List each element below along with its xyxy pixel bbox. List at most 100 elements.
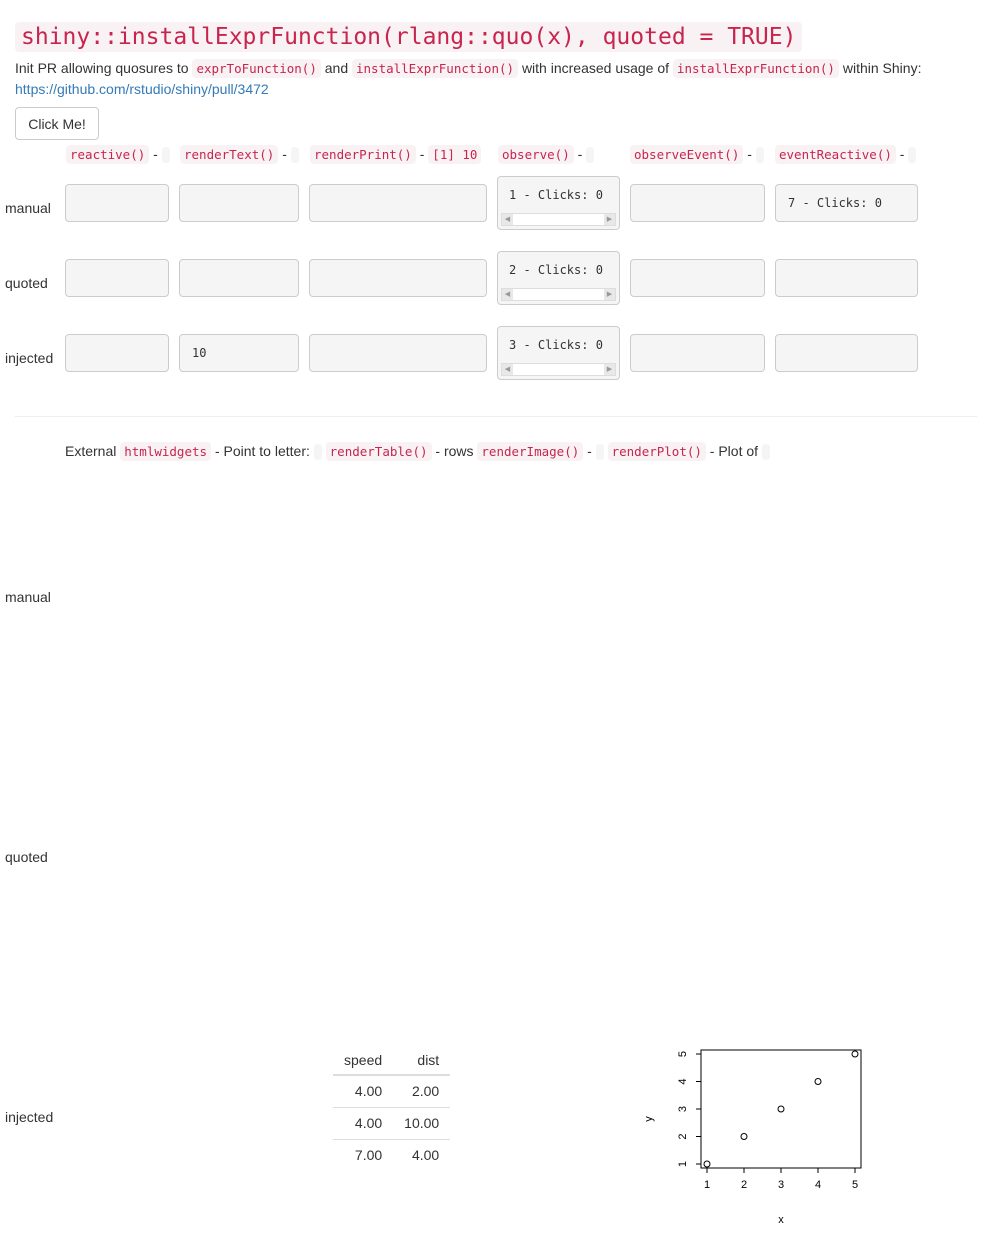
output-event-reactive-quoted bbox=[775, 259, 918, 297]
empty-output bbox=[908, 147, 917, 164]
intro-middle: with increased usage of bbox=[521, 60, 670, 76]
row-label-quoted-2: quoted bbox=[5, 849, 48, 865]
table-row: 4.00 2.00 bbox=[333, 1075, 450, 1108]
data-point bbox=[851, 1050, 859, 1058]
dash: - bbox=[587, 443, 592, 459]
output-render-text-quoted bbox=[179, 259, 299, 297]
table-cell: 4.00 bbox=[333, 1107, 394, 1140]
dash: - bbox=[899, 146, 905, 162]
data-point bbox=[703, 1160, 711, 1168]
header-row-2: External htmlwidgets - Point to letter: … bbox=[65, 442, 770, 461]
intro-prefix: Init PR allowing quosures to bbox=[15, 60, 189, 76]
header-observe-event: observeEvent() - bbox=[630, 145, 764, 164]
page-title-code: shiny::installExprFunction(rlang::quo(x)… bbox=[15, 22, 803, 52]
y-tick-label: 1 bbox=[677, 1161, 689, 1167]
header-event-reactive-code: eventReactive() bbox=[775, 145, 896, 164]
dash: - bbox=[435, 443, 441, 459]
data-point bbox=[814, 1078, 822, 1085]
observe-text: 2 - Clicks: 0 bbox=[509, 263, 603, 277]
intro-code-install-expr-function-2: installExprFunction() bbox=[672, 59, 839, 78]
header-render-image-code: renderImage() bbox=[477, 442, 584, 461]
empty-output bbox=[586, 147, 595, 164]
row-label-manual-2: manual bbox=[5, 589, 51, 605]
header-htmlwidgets-code: htmlwidgets bbox=[120, 442, 212, 461]
x-tick-label: 3 bbox=[778, 1179, 784, 1191]
x-tick-label: 1 bbox=[704, 1179, 710, 1191]
header-observe: observe() - bbox=[498, 145, 595, 164]
table-cell: 4.00 bbox=[354, 1083, 383, 1099]
header-render-text-code: renderText() bbox=[180, 145, 279, 164]
header-observe-event-code: observeEvent() bbox=[630, 145, 744, 164]
header-observe-code: observe() bbox=[498, 145, 574, 164]
header-external: External bbox=[65, 443, 117, 459]
scroll-left-icon[interactable]: ◀ bbox=[502, 289, 513, 300]
horizontal-scrollbar[interactable]: ◀ ▶ bbox=[501, 288, 616, 301]
output-event-reactive-manual: 7 - Clicks: 0 bbox=[775, 184, 918, 222]
intro-and: and bbox=[324, 60, 349, 76]
output-observe-quoted: 2 - Clicks: 0 ◀ ▶ bbox=[497, 251, 620, 305]
output-reactive-manual bbox=[65, 184, 169, 222]
header-render-print-code: renderPrint() bbox=[310, 145, 416, 164]
x-axis-label: x bbox=[778, 1214, 784, 1226]
horizontal-scrollbar[interactable]: ◀ ▶ bbox=[501, 363, 616, 376]
table-row: 4.00 10.00 bbox=[333, 1107, 451, 1140]
output-reactive-quoted bbox=[65, 259, 169, 297]
header-event-reactive: eventReactive() - bbox=[775, 145, 917, 164]
table-header-dist: dist bbox=[393, 1046, 451, 1076]
row-label-quoted: quoted bbox=[5, 275, 48, 291]
empty-output bbox=[290, 147, 299, 164]
table-row: 7.00 4.00 bbox=[333, 1139, 451, 1171]
dash: - bbox=[153, 146, 158, 162]
output-render-print-quoted bbox=[309, 259, 487, 297]
intro-paragraph: Init PR allowing quosures to exprToFunct… bbox=[15, 58, 921, 99]
row-label-manual: manual bbox=[5, 200, 51, 216]
header-plot-of-text: - Plot of bbox=[709, 443, 759, 459]
output-render-text-manual bbox=[179, 184, 299, 222]
header-render-table-code: renderTable() bbox=[325, 442, 432, 461]
scroll-left-icon[interactable]: ◀ bbox=[502, 214, 513, 225]
output-reactive-injected bbox=[65, 334, 169, 372]
table-cell: 7.00 bbox=[333, 1139, 394, 1171]
render-plot-injected: 1 2 3 4 5 1 2 3 4 5 x y bbox=[643, 1049, 862, 1226]
y-tick-label: 4 bbox=[677, 1078, 689, 1084]
x-tick-label: 5 bbox=[852, 1179, 858, 1191]
table-cell: 2.00 bbox=[411, 1083, 440, 1099]
y-tick-label: 5 bbox=[677, 1051, 689, 1057]
intro-code-install-expr-function: installExprFunction() bbox=[352, 59, 519, 78]
empty-output bbox=[595, 444, 604, 461]
row-label-injected: injected bbox=[5, 350, 54, 366]
render-table-injected: speed dist 4.00 2.00 4.00 10.00 7.00 4.0… bbox=[333, 1046, 451, 1171]
click-me-button[interactable]: Click Me! bbox=[15, 107, 99, 140]
table-header-speed: speed bbox=[333, 1046, 394, 1076]
y-tick-label: 2 bbox=[677, 1133, 689, 1139]
plot-box bbox=[700, 1049, 862, 1169]
output-render-print-injected bbox=[309, 334, 487, 372]
observe-text: 1 - Clicks: 0 bbox=[509, 188, 603, 202]
x-tick-label: 4 bbox=[815, 1179, 821, 1191]
output-event-reactive-injected bbox=[775, 334, 918, 372]
scroll-left-icon[interactable]: ◀ bbox=[502, 364, 513, 375]
horizontal-scrollbar[interactable]: ◀ ▶ bbox=[501, 213, 616, 226]
empty-output bbox=[161, 147, 170, 164]
header-render-plot-code: renderPlot() bbox=[607, 442, 706, 461]
empty-output bbox=[761, 444, 770, 461]
intro-suffix: within Shiny: bbox=[842, 60, 922, 76]
empty-output bbox=[755, 147, 764, 164]
output-observe-injected: 3 - Clicks: 0 ◀ ▶ bbox=[497, 326, 620, 380]
dash: - bbox=[419, 146, 425, 162]
empty-output bbox=[313, 444, 322, 461]
output-render-print-manual bbox=[309, 184, 487, 222]
y-tick-label: 3 bbox=[677, 1106, 689, 1112]
page-title: shiny::installExprFunction(rlang::quo(x)… bbox=[15, 19, 803, 52]
data-point bbox=[777, 1105, 785, 1113]
header-render-print-value: [1] 10 bbox=[428, 145, 482, 164]
intro-code-expr-to-function: exprToFunction() bbox=[192, 59, 321, 78]
table-cell: 10.00 bbox=[393, 1107, 451, 1140]
scroll-right-icon[interactable]: ▶ bbox=[604, 364, 615, 375]
section-divider bbox=[15, 416, 977, 417]
output-observe-manual: 1 - Clicks: 0 ◀ ▶ bbox=[497, 176, 620, 230]
pr-link[interactable]: https://github.com/rstudio/shiny/pull/34… bbox=[15, 81, 269, 97]
scroll-right-icon[interactable]: ▶ bbox=[604, 214, 615, 225]
table-cell: 4.00 bbox=[393, 1139, 451, 1171]
scroll-right-icon[interactable]: ▶ bbox=[604, 289, 615, 300]
